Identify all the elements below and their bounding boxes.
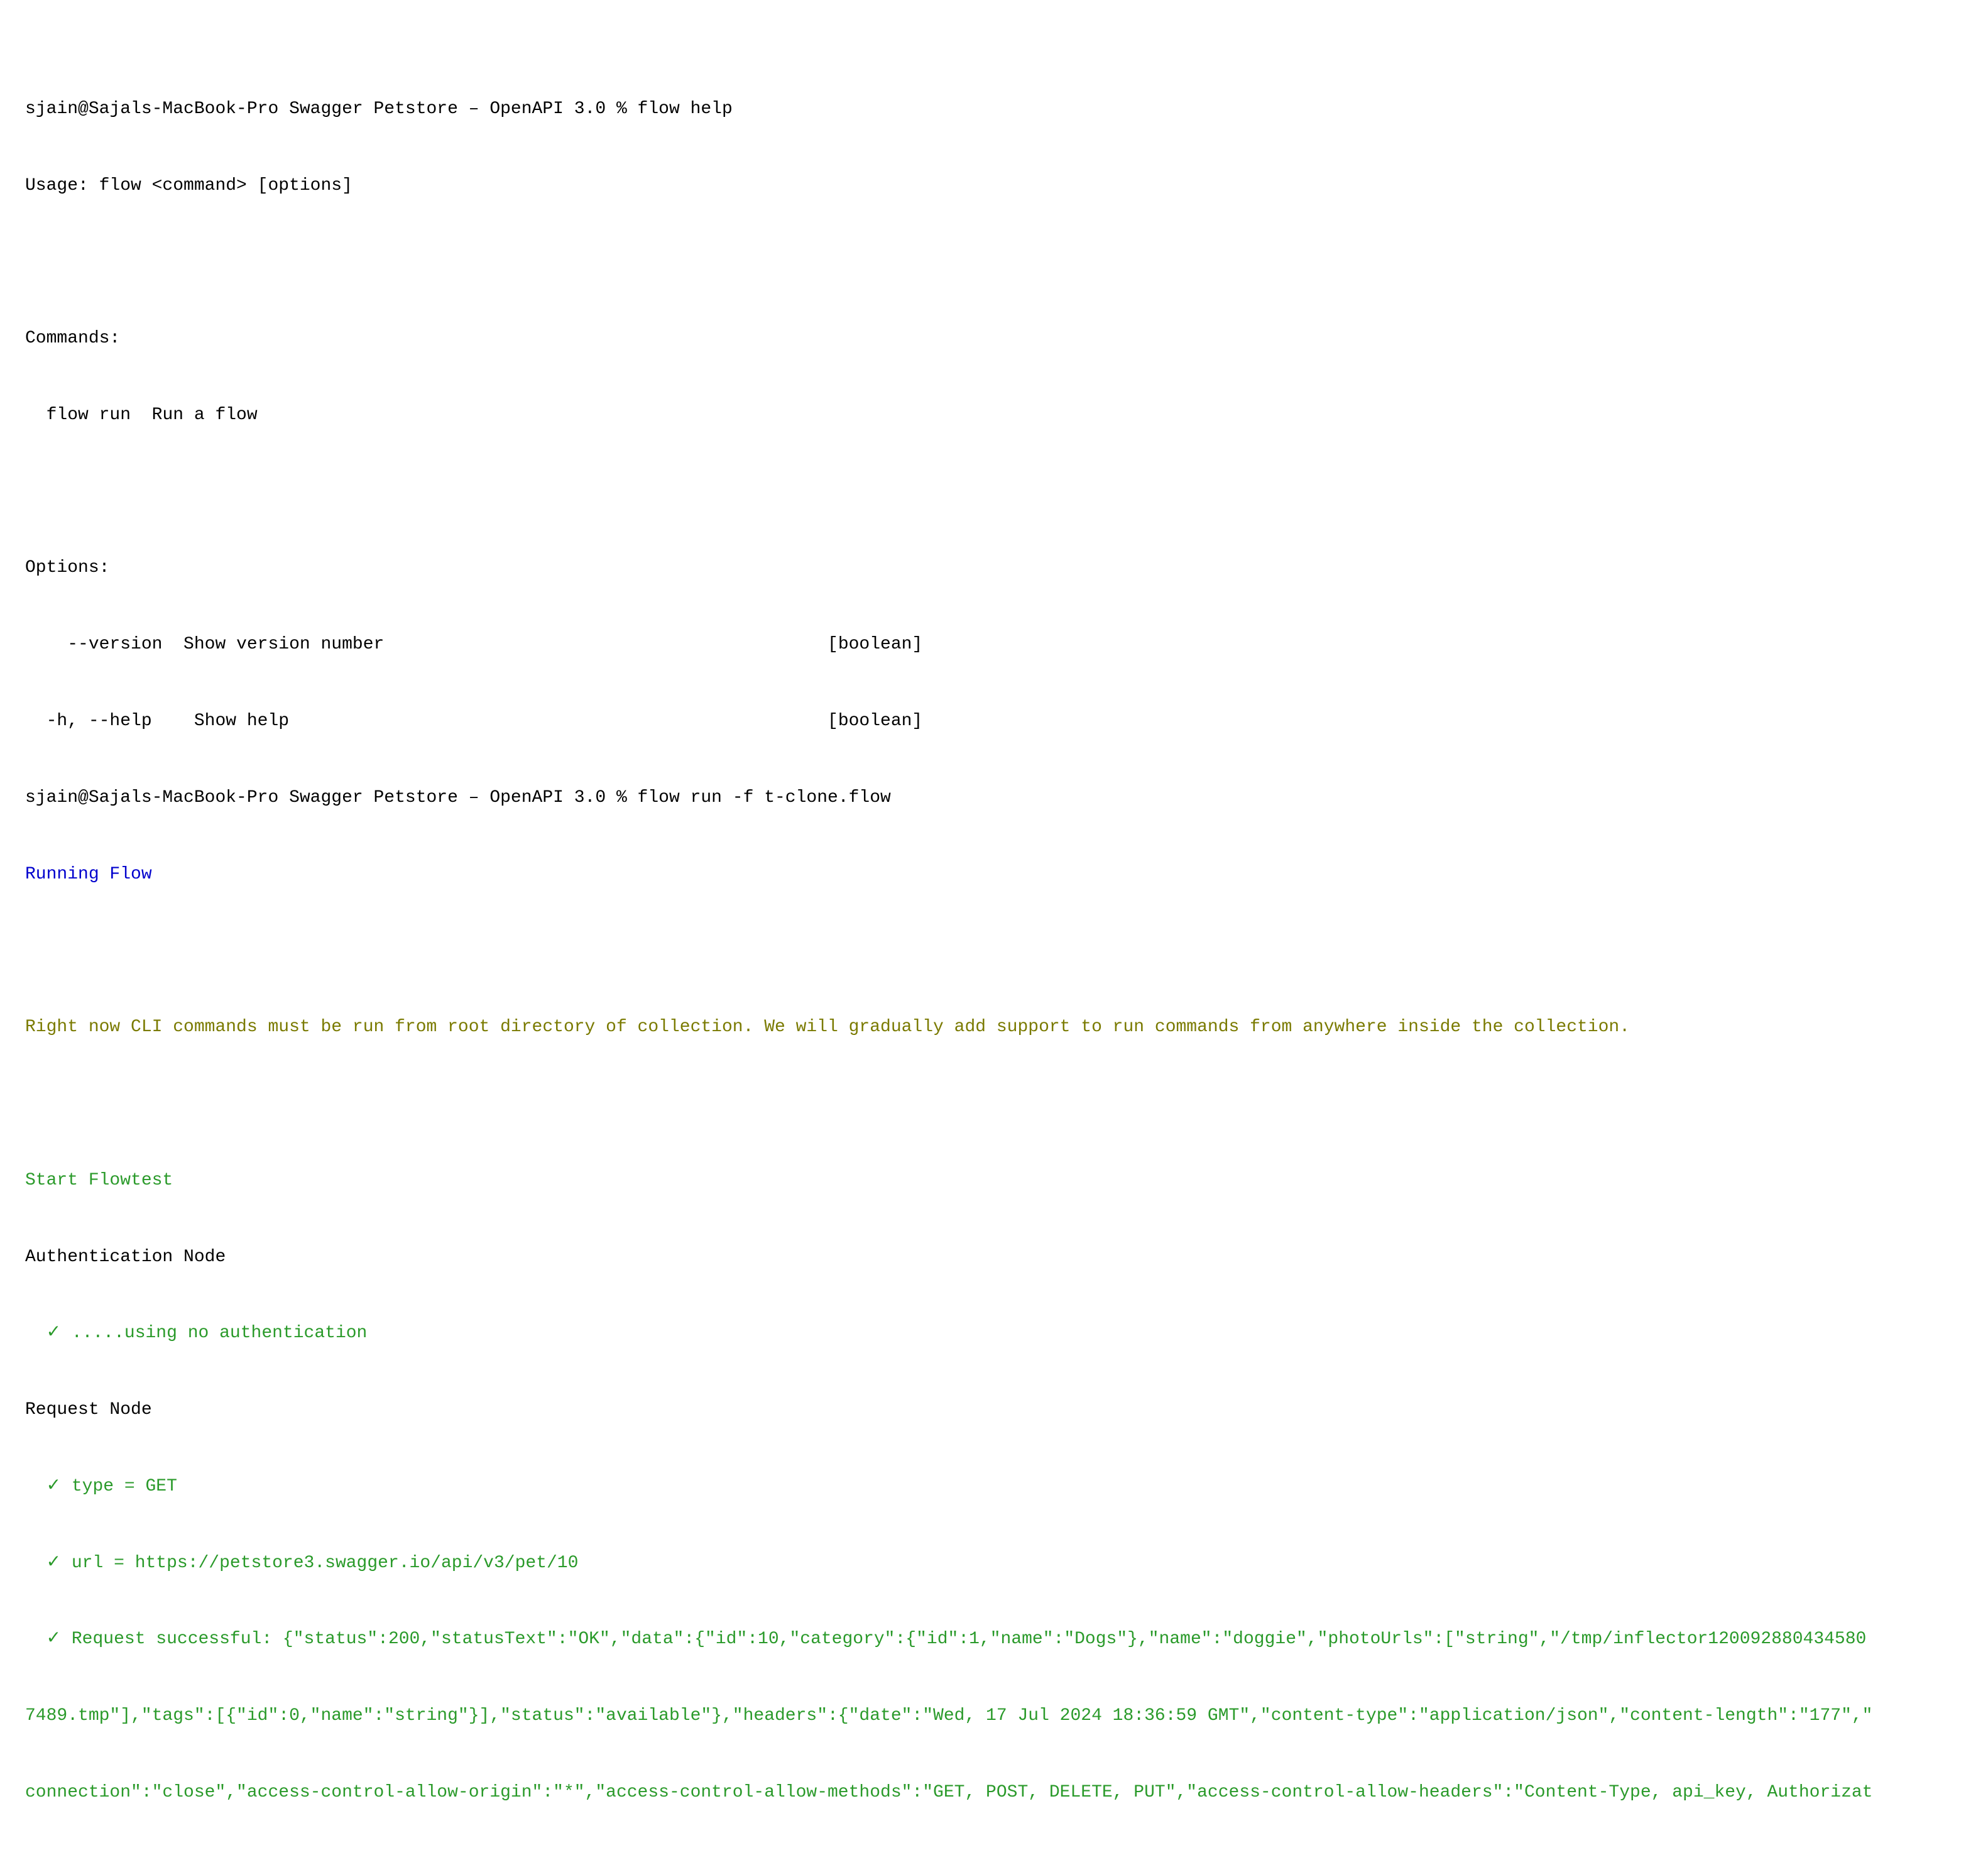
line-5: flow run Run a flow <box>25 403 1963 429</box>
line-type-get: ✓ type = GET <box>25 1474 1963 1500</box>
terminal-content: sjain@Sajals-MacBook-Pro Swagger Petstor… <box>25 20 1963 1855</box>
line-9: -h, --help Show help [boolean] <box>25 709 1963 735</box>
line-blank-2 <box>25 1092 1963 1117</box>
terminal-window: sjain@Sajals-MacBook-Pro Swagger Petstor… <box>25 20 1963 1855</box>
line-start-flowtest: Start Flowtest <box>25 1168 1963 1194</box>
line-7: Options: <box>25 555 1963 581</box>
line-auth-check: ✓ .....using no authentication <box>25 1321 1963 1347</box>
line-2: Usage: flow <command> [options] <box>25 173 1963 199</box>
line-url: ✓ url = https://petstore3.swagger.io/api… <box>25 1551 1963 1577</box>
line-6 <box>25 479 1963 505</box>
line-10: sjain@Sajals-MacBook-Pro Swagger Petstor… <box>25 785 1963 811</box>
line-auth-node: Authentication Node <box>25 1245 1963 1271</box>
line-request-success-2: 7489.tmp"],"tags":[{"id":0,"name":"strin… <box>25 1704 1963 1729</box>
line-request-node: Request Node <box>25 1398 1963 1423</box>
line-4: Commands: <box>25 326 1963 352</box>
line-8: --version Show version number [boolean] <box>25 632 1963 658</box>
line-1: sjain@Sajals-MacBook-Pro Swagger Petstor… <box>25 97 1963 123</box>
line-running-flow: Running Flow <box>25 862 1963 888</box>
line-3 <box>25 249 1963 275</box>
line-request-success-3: connection":"close","access-control-allo… <box>25 1780 1963 1806</box>
line-blank-1 <box>25 938 1963 964</box>
line-warning: Right now CLI commands must be run from … <box>25 1015 1963 1041</box>
line-request-success-1: ✓ Request successful: {"status":200,"sta… <box>25 1627 1963 1653</box>
